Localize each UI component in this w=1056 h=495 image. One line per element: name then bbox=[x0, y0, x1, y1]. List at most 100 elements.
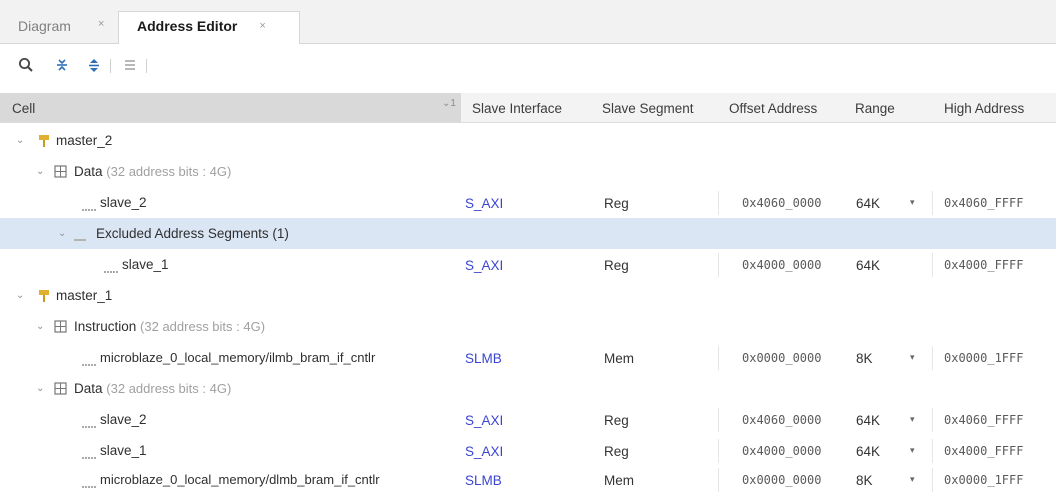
segment-icon bbox=[82, 478, 96, 493]
offset-address-field[interactable]: 0x0000_0000 bbox=[742, 473, 821, 487]
toolbar-separator bbox=[110, 59, 111, 73]
address-space-icon bbox=[54, 320, 67, 336]
editor-tab-bar: Diagram × Address Editor × bbox=[0, 0, 1056, 44]
offset-address-field[interactable]: 0x4000_0000 bbox=[742, 258, 821, 272]
range-select[interactable]: 64K bbox=[856, 444, 880, 459]
cell-divider bbox=[718, 191, 719, 215]
tab-diagram-close-icon[interactable]: × bbox=[98, 12, 104, 44]
tree-row-master-2[interactable]: ⌄ master_2 bbox=[0, 125, 1056, 156]
table-header: Cell ⌄1 Slave Interface Slave Segment Of… bbox=[0, 93, 1056, 123]
sort-indicator: ⌄1 bbox=[442, 98, 456, 109]
column-header-slave-segment[interactable]: Slave Segment bbox=[602, 101, 694, 116]
tree-label: Data (32 address bits : 4G) bbox=[74, 381, 231, 396]
slave-interface-link[interactable]: S_AXI bbox=[465, 413, 503, 428]
range-select[interactable]: 64K bbox=[856, 413, 880, 428]
column-header-offset-address[interactable]: Offset Address bbox=[729, 101, 817, 116]
offset-address-field[interactable]: 0x0000_0000 bbox=[742, 351, 821, 365]
table-row[interactable]: slave_1 S_AXI Reg 0x4000_0000 64K ▾ 0x40… bbox=[0, 435, 1056, 466]
cell-divider bbox=[932, 468, 933, 492]
high-address: 0x4060_FFFF bbox=[944, 196, 1024, 210]
slave-interface-link[interactable]: S_AXI bbox=[465, 258, 503, 273]
dropdown-arrow-icon[interactable]: ▾ bbox=[910, 197, 915, 208]
high-address: 0x4060_FFFF bbox=[944, 413, 1024, 427]
address-space-detail: (32 address bits : 4G) bbox=[106, 164, 232, 179]
cell-name: slave_1 bbox=[122, 257, 169, 272]
tab-diagram-label: Diagram bbox=[18, 18, 71, 34]
slave-interface-link[interactable]: S_AXI bbox=[465, 444, 503, 459]
table-row[interactable]: slave_1 S_AXI Reg 0x4000_0000 64K 0x4000… bbox=[0, 249, 1056, 280]
search-icon[interactable] bbox=[16, 55, 36, 75]
range-select[interactable]: 64K bbox=[856, 196, 880, 211]
slave-segment: Reg bbox=[604, 196, 629, 211]
offset-address-field[interactable]: 0x4060_0000 bbox=[742, 196, 821, 210]
range-select[interactable]: 8K bbox=[856, 473, 873, 488]
chevron-down-icon[interactable]: ⌄ bbox=[36, 166, 44, 177]
cell-divider bbox=[718, 439, 719, 463]
slave-segment: Mem bbox=[604, 351, 634, 366]
chevron-down-icon[interactable]: ⌄ bbox=[36, 321, 44, 332]
table-row[interactable]: slave_2 S_AXI Reg 0x4060_0000 64K ▾ 0x40… bbox=[0, 404, 1056, 435]
address-space-icon bbox=[54, 165, 67, 181]
column-header-high-address[interactable]: High Address bbox=[944, 101, 1024, 116]
slave-segment: Mem bbox=[604, 473, 634, 488]
cell-divider bbox=[932, 346, 933, 370]
cell-name: slave_2 bbox=[100, 195, 147, 210]
slave-segment: Reg bbox=[604, 444, 629, 459]
table-row[interactable]: microblaze_0_local_memory/ilmb_bram_if_c… bbox=[0, 342, 1056, 373]
chevron-down-icon[interactable]: ⌄ bbox=[58, 228, 66, 239]
tree-label: Instruction (32 address bits : 4G) bbox=[74, 319, 265, 334]
column-header-slave-interface[interactable]: Slave Interface bbox=[472, 101, 562, 116]
tab-address-editor[interactable]: Address Editor × bbox=[118, 11, 300, 44]
address-editor-toolbar bbox=[0, 45, 1056, 89]
cell-name: slave_2 bbox=[100, 412, 147, 427]
dropdown-arrow-icon[interactable]: ▾ bbox=[910, 445, 915, 456]
expand-all-icon[interactable] bbox=[84, 55, 104, 75]
cell-name: microblaze_0_local_memory/dlmb_bram_if_c… bbox=[100, 472, 380, 487]
slave-interface-link[interactable]: S_AXI bbox=[465, 196, 503, 211]
column-header-cell[interactable] bbox=[0, 93, 461, 122]
master-pin-icon bbox=[38, 289, 50, 306]
cell-name: microblaze_0_local_memory/ilmb_bram_if_c… bbox=[100, 350, 376, 365]
segment-icon bbox=[82, 356, 96, 371]
tree-row-master-2-data[interactable]: ⌄ Data (32 address bits : 4G) bbox=[0, 156, 1056, 187]
segment-icon bbox=[82, 418, 96, 433]
offset-address-field[interactable]: 0x4060_0000 bbox=[742, 413, 821, 427]
dropdown-arrow-icon[interactable]: ▾ bbox=[910, 352, 915, 363]
tree-row-excluded-segments[interactable]: ⌄ Excluded Address Segments (1) bbox=[0, 218, 1056, 249]
chevron-down-icon[interactable]: ⌄ bbox=[16, 135, 24, 146]
high-address: 0x4000_FFFF bbox=[944, 258, 1024, 272]
dropdown-arrow-icon[interactable]: ▾ bbox=[910, 474, 915, 485]
tree-row-master-1-data[interactable]: ⌄ Data (32 address bits : 4G) bbox=[0, 373, 1056, 404]
segment-icon bbox=[82, 449, 96, 464]
tree-row-master-1-instruction[interactable]: ⌄ Instruction (32 address bits : 4G) bbox=[0, 311, 1056, 342]
chevron-down-icon[interactable]: ⌄ bbox=[16, 290, 24, 301]
chevron-down-icon[interactable]: ⌄ bbox=[36, 383, 44, 394]
address-space-name: Data bbox=[74, 164, 103, 179]
master-pin-icon bbox=[38, 134, 50, 151]
address-space-name: Instruction bbox=[74, 319, 137, 334]
address-space-icon bbox=[54, 382, 67, 398]
dropdown-arrow-icon[interactable]: ▾ bbox=[910, 414, 915, 425]
address-space-detail: (32 address bits : 4G) bbox=[140, 319, 266, 334]
auto-assign-icon[interactable] bbox=[120, 55, 140, 75]
tree-row-master-1[interactable]: ⌄ master_1 bbox=[0, 280, 1056, 311]
collapse-all-icon[interactable] bbox=[52, 55, 72, 75]
tab-address-editor-close-icon[interactable]: × bbox=[259, 20, 265, 32]
range-value: 64K bbox=[856, 258, 881, 273]
address-space-detail: (32 address bits : 4G) bbox=[106, 381, 232, 396]
cell-name: slave_1 bbox=[100, 443, 147, 458]
tree-label: master_1 bbox=[56, 288, 113, 303]
tree-label: Data (32 address bits : 4G) bbox=[74, 164, 231, 179]
slave-interface-link[interactable]: SLMB bbox=[465, 473, 502, 488]
column-header-range[interactable]: Range bbox=[855, 101, 895, 116]
offset-address-field[interactable]: 0x4000_0000 bbox=[742, 444, 821, 458]
range-select[interactable]: 8K bbox=[856, 351, 873, 366]
cell-divider bbox=[718, 346, 719, 370]
cell-divider bbox=[932, 191, 933, 215]
slave-interface-link[interactable]: SLMB bbox=[465, 351, 502, 366]
segment-icon bbox=[104, 263, 118, 278]
high-address: 0x4000_FFFF bbox=[944, 444, 1024, 458]
table-row[interactable]: slave_2 S_AXI Reg 0x4060_0000 64K ▾ 0x40… bbox=[0, 187, 1056, 218]
table-row[interactable]: microblaze_0_local_memory/dlmb_bram_if_c… bbox=[0, 464, 1056, 495]
tab-diagram[interactable]: Diagram bbox=[10, 12, 79, 44]
